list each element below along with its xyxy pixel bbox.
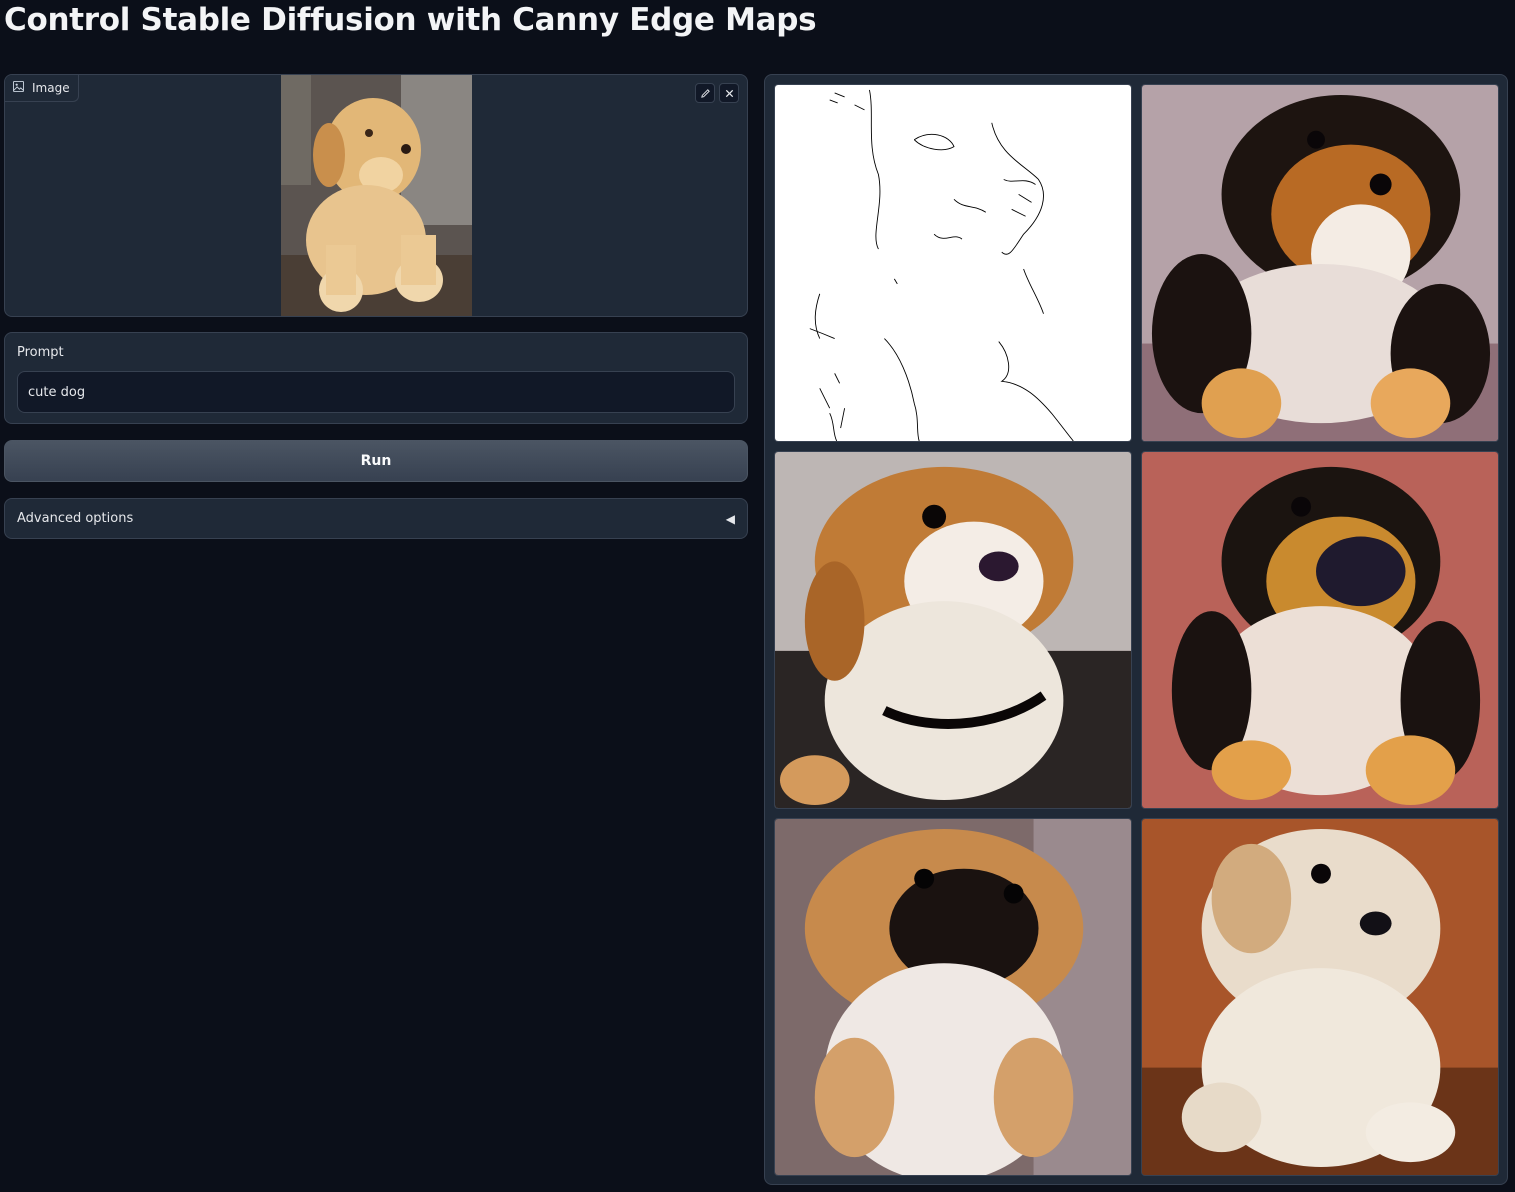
prompt-input[interactable] [17,371,735,413]
image-input-label-tab: Image [5,75,79,102]
prompt-label: Prompt [17,345,64,360]
prompt-panel: Prompt [4,332,748,424]
gallery-item-generated-1[interactable] [1141,84,1499,442]
gallery-item-generated-4[interactable] [774,818,1132,1176]
pencil-icon [700,84,711,103]
page-title: Control Stable Diffusion with Canny Edge… [4,2,817,38]
close-icon [724,84,735,103]
uploaded-puppy-image [281,75,472,316]
collapse-arrow-icon[interactable]: ◀ [726,512,735,526]
run-button[interactable]: Run [4,440,748,482]
gallery-item-edge-map[interactable] [774,84,1132,442]
advanced-options-label: Advanced options [17,511,134,526]
image-input-panel[interactable]: Image [4,74,748,317]
edit-image-button[interactable] [695,83,715,103]
gallery-item-generated-3[interactable] [1141,451,1499,809]
image-icon [13,81,24,95]
image-input-label: Image [32,81,70,95]
clear-image-button[interactable] [719,83,739,103]
gallery-item-generated-5[interactable] [1141,818,1499,1176]
advanced-options-accordion[interactable]: Advanced options ◀ [4,498,748,539]
gallery-item-generated-2[interactable] [774,451,1132,809]
output-gallery [764,74,1508,1185]
